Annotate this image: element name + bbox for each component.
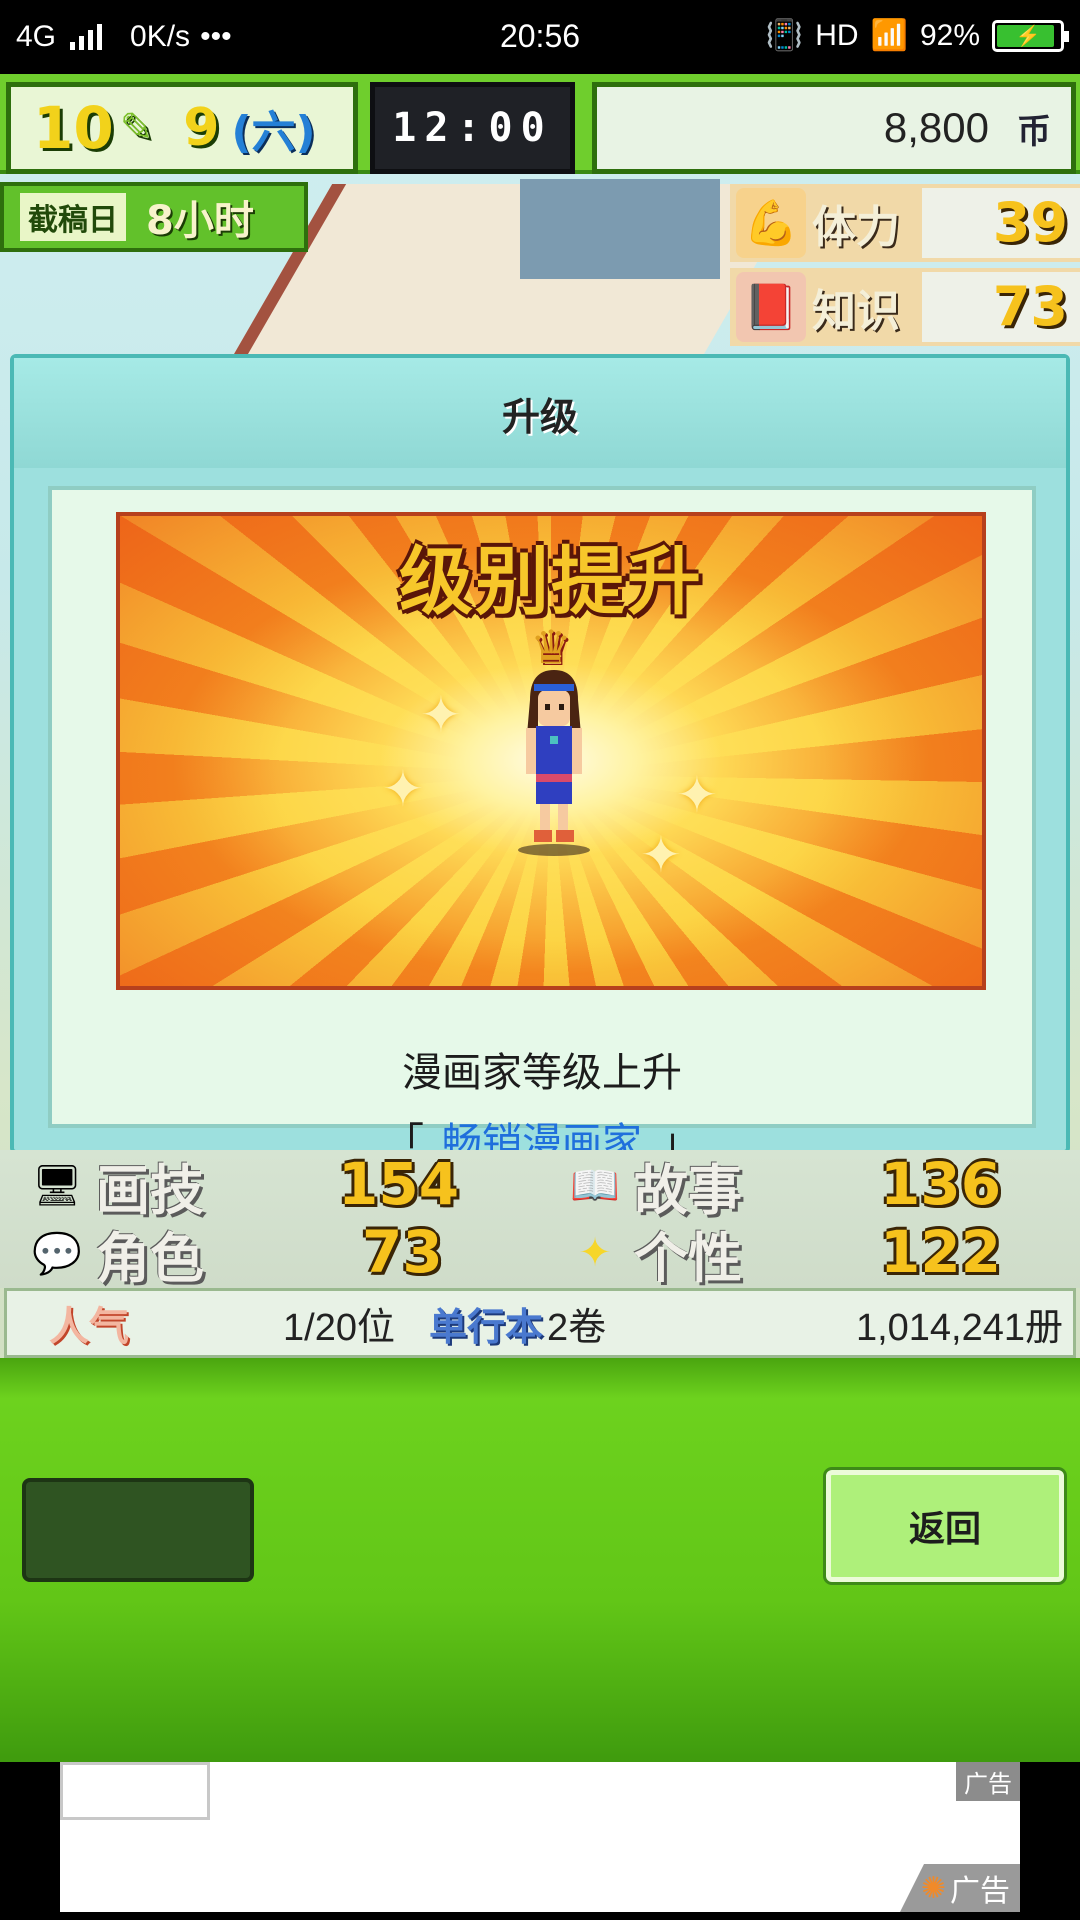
bottom-bar: 返回 — [0, 1358, 1080, 1762]
date-day: 9 — [183, 98, 220, 158]
background-roof — [520, 179, 720, 279]
game-clock: 12:00 — [370, 82, 575, 174]
levelup-dialog[interactable]: 升级 级别提升 ♛ ✦ ✦ ✦ ✦ 漫画家等级上升 「 畅销漫画家 」 — [10, 354, 1070, 1236]
money-display: 8,800 币 — [592, 82, 1076, 174]
banner-title: 级别提升 — [399, 539, 703, 625]
sales-count: 1,014,241册 — [855, 1306, 1063, 1349]
personality-attribute: ✦ 个性 — [566, 1220, 742, 1290]
volumes-count: 2卷 — [547, 1306, 607, 1349]
battery-icon: ⚡ — [992, 19, 1069, 52]
character-value: 73 — [362, 1218, 443, 1286]
money-amount: 8,800 — [883, 104, 989, 151]
personality-value: 122 — [880, 1218, 1002, 1286]
wifi-icon: 📶 — [870, 19, 908, 52]
dialog-body: 级别提升 ♛ ✦ ✦ ✦ ✦ 漫画家等级上升 「 畅销漫画家 」 — [48, 486, 1036, 1236]
deadline-label: 截稿日 — [20, 193, 126, 241]
drawing-desk-icon: 🖥 — [31, 1162, 83, 1209]
art-attribute: 🖥 画技 — [28, 1152, 204, 1222]
popularity-bar: 人气 1/20位 单行本 2卷 1,014,241册 — [4, 1288, 1076, 1358]
story-attribute: 📖 故事 — [566, 1152, 742, 1222]
story-value: 136 — [880, 1150, 1002, 1218]
stamina-stat: 💪 体力 39 — [730, 184, 1080, 262]
date-month: 10 — [33, 94, 114, 162]
pen-icon: ✎ — [119, 105, 154, 151]
popularity-label: 人气 — [49, 1305, 129, 1349]
hud-top-bar: 10 ✎ 9 (六) 12:00 8,800 币 — [0, 74, 1080, 174]
money-unit: 币 — [1017, 112, 1051, 151]
status-right: 📳 HD 📶 92% ⚡ — [765, 18, 1069, 53]
battery-percent: 92% — [919, 18, 980, 52]
ad-tag: 广告 — [956, 1762, 1020, 1801]
deadline-display: 截稿日 8小时 — [0, 182, 308, 252]
character-label: 角色 — [96, 1226, 204, 1290]
popularity-rank: 1/20位 — [283, 1306, 395, 1349]
ad-banner[interactable]: 广告 ✺ 广告 — [60, 1762, 1020, 1912]
ad-badge[interactable]: ✺ 广告 — [900, 1864, 1020, 1912]
hd-label: HD — [815, 18, 859, 52]
speech-bubble-icon: 💬 — [32, 1230, 82, 1277]
date-weekday: (六) — [231, 107, 316, 158]
knowledge-label: 知识 — [812, 286, 900, 337]
disabled-button[interactable] — [22, 1478, 254, 1582]
manga-artist-avatar — [518, 670, 590, 856]
character-attribute: 💬 角色 — [28, 1220, 204, 1290]
ad-logo-icon: ✺ — [920, 1870, 946, 1906]
vibrate-icon: 📳 — [765, 19, 804, 52]
open-book-icon: 📖 — [570, 1162, 620, 1209]
deadline-value: 8小时 — [146, 198, 254, 244]
dialog-title: 升级 — [14, 358, 1066, 468]
volumes-label: 单行本 — [429, 1306, 544, 1349]
sparkle-icon: ✦ — [676, 766, 718, 824]
game-view: 10 ✎ 9 (六) 12:00 8,800 币 截稿日 8小时 💪 体力 39… — [0, 74, 1080, 1762]
personality-label: 个性 — [634, 1226, 742, 1290]
ad-badge-label: 广告 — [950, 1874, 1010, 1909]
date-display: 10 ✎ 9 (六) — [6, 82, 358, 174]
levelup-banner: 级别提升 ♛ ✦ ✦ ✦ ✦ — [116, 512, 986, 990]
ad-placeholder[interactable] — [60, 1762, 210, 1820]
sparkle-icon: ✦ — [382, 760, 424, 818]
app-screen: 4G 0K/s ••• 20:56 📳 HD 📶 92% ⚡ 10 ✎ 9 (六… — [0, 0, 1080, 1920]
art-value: 154 — [338, 1150, 460, 1218]
sparkle-icon: ✦ — [420, 686, 462, 744]
knowledge-stat: 📕 知识 73 — [730, 268, 1080, 346]
book-icon: 📕 — [736, 272, 806, 342]
back-button[interactable]: 返回 — [826, 1470, 1064, 1582]
diamond-sparkle-icon: ✦ — [578, 1230, 612, 1276]
knowledge-value: 73 — [922, 272, 1080, 342]
stamina-value: 39 — [922, 188, 1080, 258]
levelup-message: 漫画家等级上升 — [402, 1050, 682, 1096]
stamina-label: 体力 — [812, 202, 900, 253]
attribute-panel: 🖥 画技 154 📖 故事 136 💬 角色 73 ✦ 个性 122 — [0, 1150, 1080, 1290]
sparkle-icon: ✦ — [640, 826, 682, 884]
muscle-icon: 💪 — [736, 188, 806, 258]
status-bar: 4G 0K/s ••• 20:56 📳 HD 📶 92% ⚡ — [0, 0, 1080, 74]
